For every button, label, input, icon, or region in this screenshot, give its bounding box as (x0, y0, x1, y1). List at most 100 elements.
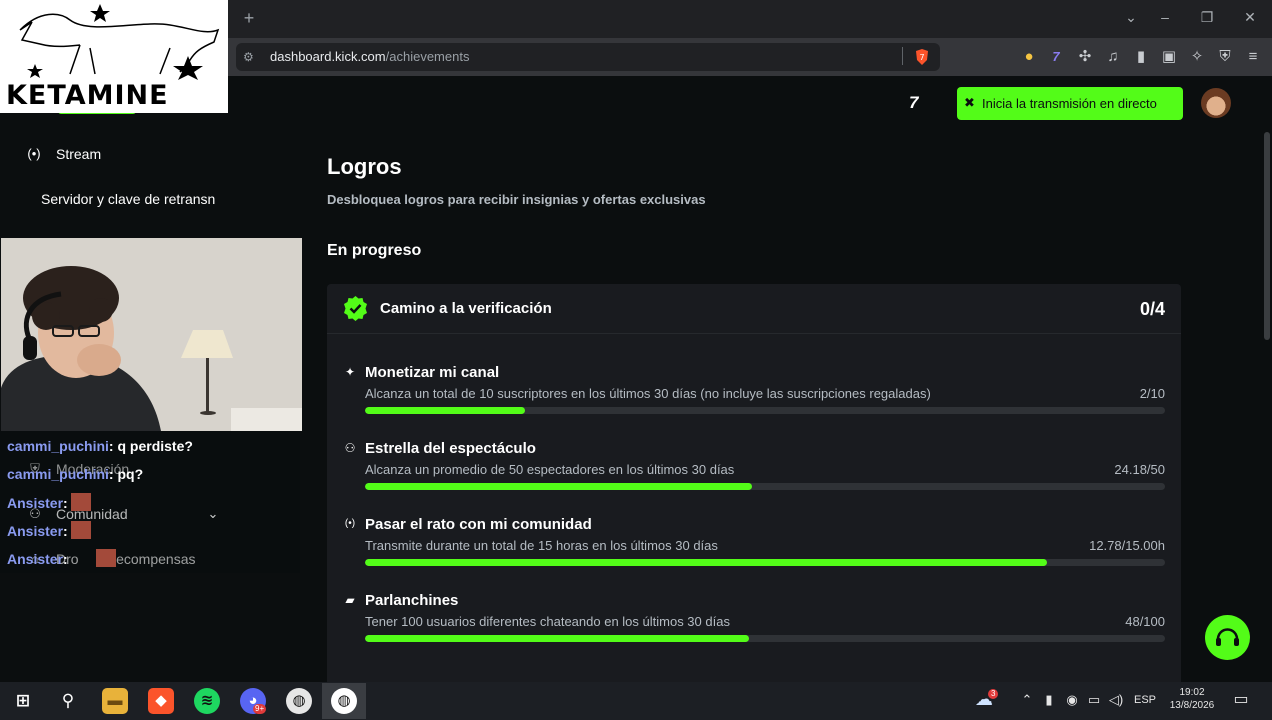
brave-shield-icon[interactable]: 7 (912, 47, 932, 67)
achievement-title: Pasar el rato con mi comunidad (365, 516, 592, 533)
maximize-button[interactable]: ❐ (1197, 9, 1217, 25)
security-icon[interactable]: ◉ (1064, 692, 1080, 708)
media-icon[interactable]: ♫ (1103, 47, 1123, 67)
shield-badge: 7 (919, 53, 924, 62)
chat-message: cammi_puchini: q perdiste? (7, 437, 193, 455)
chat-username: cammi_puchini (7, 466, 109, 482)
horse-logo-icon (19, 4, 220, 80)
sidebar-toggle-icon[interactable]: ▮ (1131, 47, 1151, 67)
chat-message: Ansister: (7, 493, 91, 512)
emote-icon (70, 493, 91, 511)
microphone-icon[interactable]: ▮ (1041, 692, 1057, 708)
url-text[interactable]: dashboard.kick.com/achievements (270, 49, 469, 65)
page-subtitle: Desbloquea logros para recibir insignias… (327, 192, 706, 207)
leo-ai-icon[interactable]: ✧ (1187, 47, 1207, 67)
ketamine-logo-overlay: KETAMINE (0, 0, 228, 113)
progress-track (365, 407, 1165, 414)
chevron-down-icon[interactable]: ⌄ (204, 506, 222, 522)
url-host: dashboard.kick.com (270, 49, 386, 64)
tray-overflow-icon[interactable]: ⌃ (1019, 692, 1035, 708)
support-chat-button[interactable] (1205, 615, 1250, 660)
achievement-value: 12.78/15.00h (1089, 538, 1165, 553)
emote-icon (95, 549, 116, 567)
chat-username: Ansister (7, 523, 64, 539)
clock-time: 19:02 (1179, 687, 1205, 698)
new-tab-button[interactable]: + (240, 8, 258, 28)
progress-track (365, 559, 1165, 566)
scrollbar[interactable] (1264, 132, 1270, 340)
close-window-button[interactable]: ✕ (1240, 9, 1260, 25)
chat-bubble-icon: ▰ (345, 593, 355, 607)
kick-logo-icon: ✖ (964, 95, 975, 110)
emote-icon (70, 521, 91, 539)
kick-k-icon[interactable]: 7 (909, 93, 933, 113)
achievement-desc: Transmite durante un total de 15 horas e… (365, 538, 718, 553)
card-count: 0/4 (1139, 299, 1165, 319)
achievement-desc: Alcanza un total de 10 suscriptores en l… (365, 386, 931, 401)
kick-extension-icon[interactable]: 7 (1046, 47, 1066, 67)
wallet-icon[interactable]: ▣ (1159, 47, 1179, 67)
viewers-icon: ⚇ (344, 441, 356, 455)
url-path: /achievements (385, 49, 470, 64)
chat-text: : (63, 523, 68, 539)
chat-text: : q perdiste? (108, 438, 193, 454)
network-icon[interactable]: ▭ (1086, 692, 1102, 708)
webcam-overlay (1, 238, 302, 431)
windows-taskbar (0, 682, 1272, 720)
achievement-title: Parlanchines (365, 592, 459, 609)
card-title: Camino a la verificación (380, 300, 552, 317)
emoji-extension-icon[interactable]: ● (1019, 47, 1039, 67)
discord-badge: 9+ (253, 704, 267, 714)
achievement-value: 2/10 (1139, 386, 1165, 401)
chat-username: Ansister (7, 495, 64, 511)
progress-fill (365, 559, 1047, 566)
extensions-icon[interactable]: ✣ (1075, 47, 1095, 67)
achievement-desc: Alcanza un promedio de 50 espectadores e… (365, 462, 735, 477)
achievement-title: Monetizar mi canal (365, 364, 500, 381)
chat-message: cammi_puchini: pq? (7, 465, 143, 483)
volume-icon[interactable]: ◁) (1107, 692, 1125, 708)
progress-fill (365, 407, 525, 414)
clock[interactable]: 19:02 13/8/2026 (1160, 686, 1224, 712)
achievement-desc: Tener 100 usuarios diferentes chateando … (365, 614, 730, 629)
broadcast-icon: (•) (27, 146, 41, 161)
obs-active-icon[interactable]: ◍ (331, 688, 357, 714)
sidebar-item-stream[interactable]: Stream (56, 145, 101, 163)
vpn-icon[interactable]: ⛨ (1215, 47, 1235, 67)
achievement-value: 24.18/50 (1114, 462, 1165, 477)
obs-icon[interactable]: ◍ (286, 688, 312, 714)
search-icon[interactable]: ⚲ (55, 688, 81, 714)
tab-search-button[interactable]: ⌄ (1121, 9, 1141, 25)
achievement-title: Estrella del espectáculo (365, 440, 536, 457)
brave-browser-icon[interactable]: ◆ (148, 688, 174, 714)
card-divider (327, 333, 1181, 334)
site-settings-icon[interactable]: ⚙ (243, 50, 257, 64)
headset-icon (1216, 628, 1239, 646)
progress-track (365, 635, 1165, 642)
chat-message: Ansister: (7, 549, 116, 568)
chat-text: : (63, 551, 68, 567)
sidebar-item-server-key[interactable]: Servidor y clave de retransn (41, 190, 215, 208)
menu-icon[interactable]: ≡ (1243, 47, 1263, 67)
go-live-button[interactable]: Inicia la transmisión en directo (957, 87, 1183, 120)
chat-username: Ansister (7, 551, 64, 567)
progress-fill (365, 483, 752, 490)
file-explorer-icon[interactable]: ▬ (102, 688, 128, 714)
clock-date: 13/8/2026 (1169, 700, 1215, 711)
minimize-button[interactable]: – (1155, 9, 1175, 25)
page-title: Logros (327, 154, 402, 179)
spotify-icon[interactable]: ≋ (194, 688, 220, 714)
section-title: En progreso (327, 242, 422, 259)
avatar[interactable] (1201, 88, 1231, 118)
notifications-icon[interactable]: ▭ (1231, 692, 1251, 708)
chat-text: : (63, 495, 68, 511)
chat-message: Ansister: (7, 521, 91, 540)
windows-start-icon[interactable]: ⊞ (10, 688, 36, 714)
language-indicator[interactable]: ESP (1133, 692, 1157, 708)
progress-fill (365, 635, 749, 642)
achievement-value: 48/100 (1125, 614, 1165, 629)
address-divider (902, 47, 903, 65)
overlay-logo-text: KETAMINE (6, 80, 169, 111)
chat-text: : pq? (108, 466, 144, 482)
broadcast-icon: (•) (344, 518, 356, 529)
